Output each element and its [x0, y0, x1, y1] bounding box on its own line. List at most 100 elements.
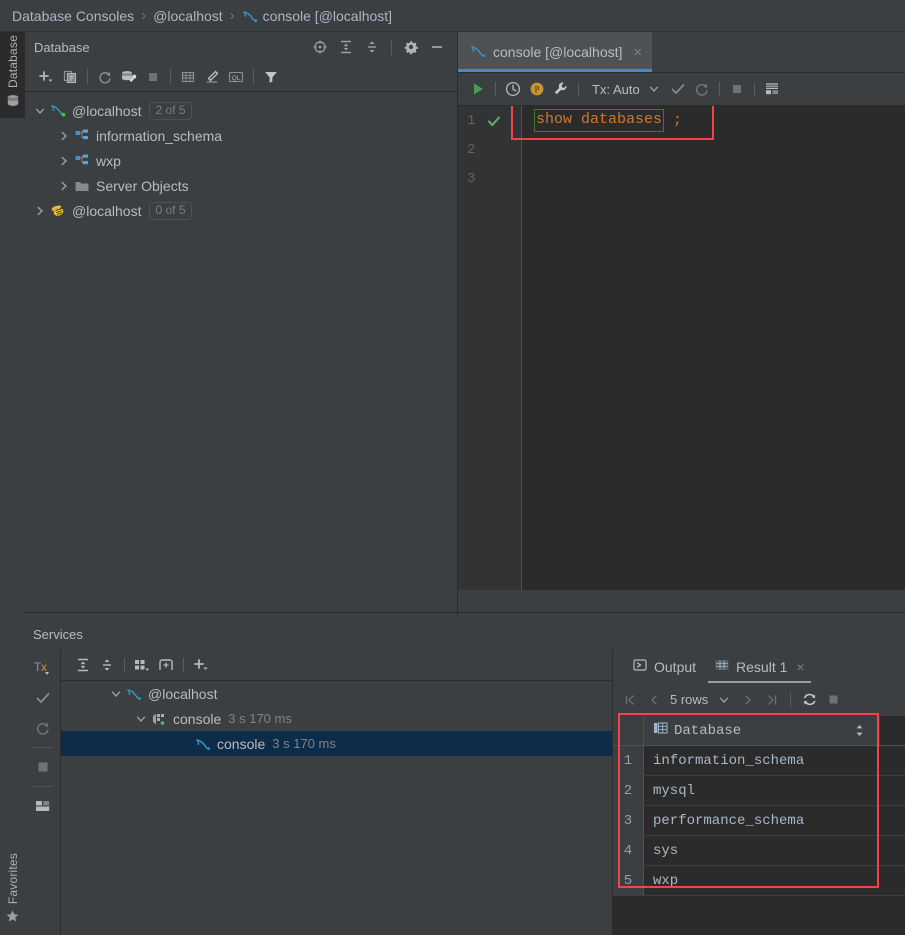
tx-icon[interactable]: T x	[28, 653, 58, 683]
wrench-icon[interactable]	[549, 77, 573, 101]
filter-icon[interactable]	[259, 65, 283, 89]
close-icon[interactable]: ×	[633, 44, 642, 61]
code-line[interactable]	[522, 135, 905, 164]
tab-label: Output	[654, 659, 696, 675]
rollback-icon[interactable]	[28, 713, 58, 743]
stop-icon[interactable]	[725, 77, 749, 101]
output-format-icon[interactable]	[760, 77, 784, 101]
add-icon[interactable]	[34, 65, 58, 89]
tx-mode-label[interactable]: Tx: Auto	[584, 82, 642, 97]
table-row[interactable]: 5 wxp	[613, 866, 905, 896]
table-row[interactable]: 3 performance_schema	[613, 806, 905, 836]
chevron-down-icon[interactable]	[713, 688, 735, 712]
code-line[interactable]	[522, 164, 905, 193]
result-grid[interactable]: Database 1 information_schema 2	[613, 716, 905, 935]
breadcrumb-item-console[interactable]: console [@localhost]	[263, 8, 392, 24]
reload-icon[interactable]	[798, 688, 820, 712]
refresh-icon[interactable]	[93, 65, 117, 89]
services-item-localhost[interactable]: @localhost	[61, 681, 612, 706]
chevron-down-icon[interactable]	[642, 77, 666, 101]
editor-code-column[interactable]: show databases ;	[522, 106, 905, 590]
output-icon	[632, 657, 648, 676]
expand-all-icon[interactable]	[334, 35, 358, 59]
tab-result-1[interactable]: Result 1 ×	[705, 650, 814, 683]
column-header-database[interactable]: Database	[644, 716, 880, 745]
rollback-icon[interactable]	[690, 77, 714, 101]
services-item-console-session[interactable]: console 3 s 170 ms	[61, 731, 612, 756]
column-icon	[653, 721, 668, 740]
tree-item-localhost-primary[interactable]: @localhost 2 of 5	[25, 98, 457, 123]
locate-icon[interactable]	[308, 35, 332, 59]
tree-item-information-schema[interactable]: information_schema	[25, 123, 457, 148]
gutter-line: 1	[458, 106, 521, 135]
chevron-down-icon[interactable]	[107, 685, 125, 703]
chevron-right-icon[interactable]	[55, 127, 73, 145]
tab-output[interactable]: Output	[623, 650, 705, 683]
ql-icon[interactable]: QL	[224, 65, 248, 89]
chevron-down-icon[interactable]	[31, 102, 49, 120]
new-tab-icon[interactable]	[154, 653, 178, 677]
breadcrumb-item-database-consoles[interactable]: Database Consoles	[12, 8, 134, 24]
duplicate-icon[interactable]	[58, 65, 82, 89]
mysql-dolphin-icon	[125, 685, 143, 703]
services-panel-title: Services	[25, 618, 905, 650]
table-row[interactable]: 1 information_schema	[613, 746, 905, 776]
chevron-right-icon[interactable]	[31, 202, 49, 220]
sidebar-item-favorites[interactable]: Favorites	[0, 850, 25, 935]
database-panel-header: Database	[25, 32, 457, 62]
star-icon	[5, 909, 20, 935]
expand-all-icon[interactable]	[71, 653, 95, 677]
tab-console-localhost[interactable]: console [@localhost] ×	[458, 32, 652, 72]
services-tree[interactable]: @localhost	[61, 681, 612, 756]
datasource-properties-icon[interactable]	[117, 65, 141, 89]
tab-label: console [@localhost]	[493, 44, 622, 60]
code-line[interactable]: show databases ;	[522, 106, 905, 135]
parameters-icon[interactable]: P	[525, 77, 549, 101]
cell-database[interactable]: sys	[644, 836, 880, 865]
table-row[interactable]: 2 mysql	[613, 776, 905, 806]
chevron-right-icon[interactable]	[55, 177, 73, 195]
layout-icon[interactable]	[28, 791, 58, 821]
gear-icon[interactable]	[399, 35, 423, 59]
chevron-down-icon[interactable]	[132, 710, 150, 728]
services-item-console-group[interactable]: console 3 s 170 ms	[61, 706, 612, 731]
row-count-label[interactable]: 5 rows	[667, 692, 711, 707]
breadcrumb-item-localhost[interactable]: @localhost	[153, 8, 222, 24]
table-row[interactable]: 4 sys	[613, 836, 905, 866]
tree-item-server-objects[interactable]: Server Objects	[25, 173, 457, 198]
database-cylinder-icon	[5, 93, 21, 118]
cell-database[interactable]: performance_schema	[644, 806, 880, 835]
commit-icon[interactable]	[28, 683, 58, 713]
tree-item-wxp[interactable]: wxp	[25, 148, 457, 173]
commit-icon[interactable]	[666, 77, 690, 101]
panel-divider[interactable]	[25, 612, 905, 613]
cell-database[interactable]: wxp	[644, 866, 880, 895]
sort-arrows-icon[interactable]	[855, 724, 864, 737]
sql-editor[interactable]: 1 2 3 show databases ;	[458, 106, 905, 590]
run-icon[interactable]	[466, 77, 490, 101]
modify-icon[interactable]	[200, 65, 224, 89]
table-icon[interactable]	[176, 65, 200, 89]
last-page-icon[interactable]	[761, 688, 783, 712]
first-page-icon[interactable]	[619, 688, 641, 712]
close-icon[interactable]: ×	[796, 659, 804, 675]
add-icon[interactable]	[189, 653, 213, 677]
sidebar-item-database[interactable]: Database	[0, 32, 25, 118]
prev-page-icon[interactable]	[643, 688, 665, 712]
chevron-right-icon[interactable]	[55, 152, 73, 170]
database-tree[interactable]: @localhost 2 of 5 information_schema	[25, 93, 457, 618]
cell-database[interactable]: mysql	[644, 776, 880, 805]
toolbar-separator	[495, 82, 496, 97]
group-icon[interactable]	[130, 653, 154, 677]
collapse-all-icon[interactable]	[95, 653, 119, 677]
stop-icon[interactable]	[822, 688, 844, 712]
cell-database[interactable]: information_schema	[644, 746, 880, 775]
stop-icon[interactable]	[141, 65, 165, 89]
collapse-all-icon[interactable]	[360, 35, 384, 59]
tree-item-localhost-secondary[interactable]: @localhost 0 of 5	[25, 198, 457, 223]
sql-statement-text[interactable]: show databases	[534, 109, 664, 132]
stop-icon[interactable]	[28, 752, 58, 782]
history-icon[interactable]	[501, 77, 525, 101]
hide-icon[interactable]	[425, 35, 449, 59]
next-page-icon[interactable]	[737, 688, 759, 712]
